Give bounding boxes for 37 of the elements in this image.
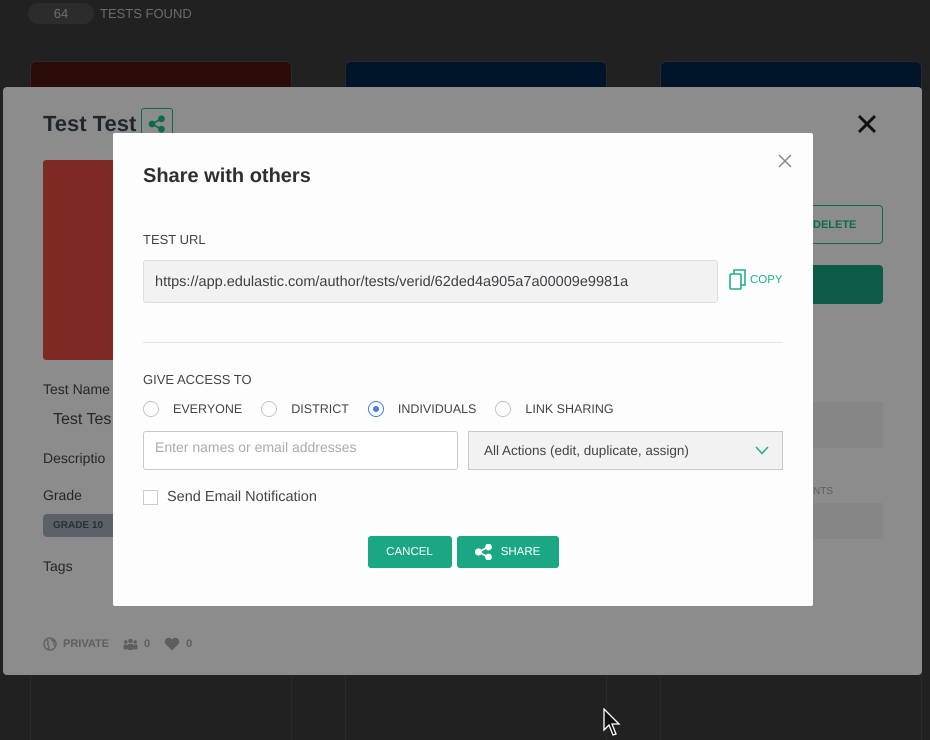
field-label: Tags — [43, 558, 73, 574]
checkbox[interactable] — [143, 490, 158, 504]
share-icon — [474, 544, 492, 560]
chevron-down-icon — [755, 446, 769, 455]
results-label: TESTS FOUND — [100, 6, 192, 21]
field-label: Test Name — [43, 381, 110, 397]
radio-button[interactable] — [495, 401, 512, 417]
section-label: GIVE ACCESS TO — [143, 372, 253, 387]
cursor-icon — [603, 708, 623, 738]
radio-button[interactable] — [368, 401, 384, 417]
radio-button[interactable] — [261, 401, 278, 417]
globe-icon — [43, 637, 57, 651]
email-notification-checkbox[interactable]: Send Email Notification — [143, 489, 783, 505]
people-icon — [123, 638, 138, 650]
field-label: Descriptio — [43, 450, 106, 466]
radio-option[interactable]: INDIVIDUALS — [368, 401, 476, 417]
radio-option[interactable]: EVERYONE — [143, 401, 242, 417]
field-value: Test Tes — [53, 411, 112, 429]
copy-icon — [729, 269, 746, 290]
heart-icon — [164, 637, 180, 651]
test-title: Test Test — [43, 110, 136, 136]
dialog-title: Share with others — [143, 165, 312, 188]
close-icon[interactable] — [856, 112, 878, 134]
share-icon — [148, 114, 166, 132]
input-field[interactable] — [813, 503, 883, 539]
action-button[interactable] — [813, 265, 883, 304]
radio-button[interactable] — [143, 401, 159, 417]
section-label: TEST URL — [143, 232, 207, 247]
permission-dropdown[interactable]: All Actions (edit, duplicate, assign) — [468, 431, 783, 470]
input-field[interactable] — [813, 402, 883, 448]
url-field[interactable]: https://app.edulastic.com/author/tests/verid/62ded4a905a7a00009e9981a — [143, 260, 718, 303]
test-count-badge: 64 — [28, 3, 94, 24]
people-input-field[interactable]: Enter names or email addresses — [143, 431, 458, 470]
close-icon[interactable] — [778, 154, 792, 168]
radio-option[interactable]: DISTRICT — [261, 401, 349, 417]
field-label: Grade — [43, 487, 82, 503]
radio-option[interactable]: LINK SHARING — [495, 401, 614, 417]
